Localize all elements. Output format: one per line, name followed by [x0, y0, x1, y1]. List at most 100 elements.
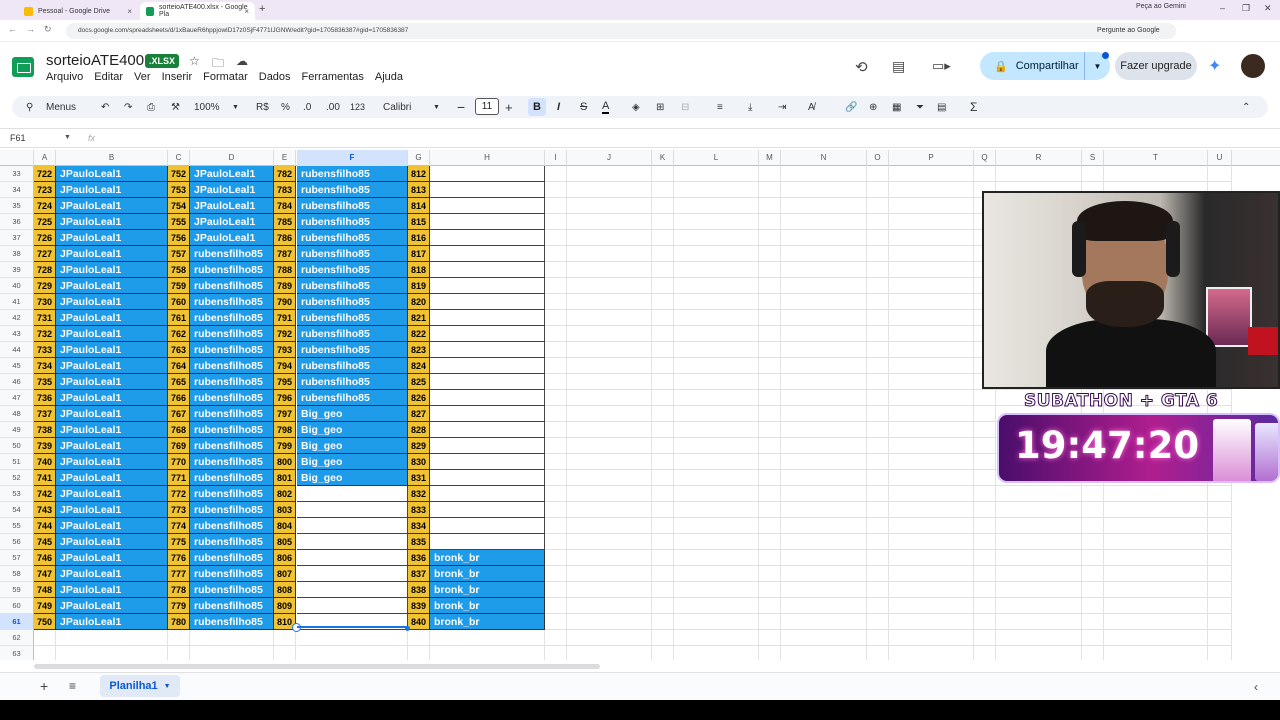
cell-m51[interactable] — [759, 454, 781, 470]
cell-q54[interactable] — [974, 502, 996, 518]
back-icon[interactable]: ← — [8, 24, 17, 34]
cell-b61[interactable]: JPauloLeal1 — [56, 614, 168, 630]
cell-r53[interactable] — [996, 486, 1082, 502]
cell-i42[interactable] — [545, 310, 567, 326]
cell-t61[interactable] — [1104, 614, 1208, 630]
cell-e54[interactable]: 803 — [274, 502, 296, 518]
cell-k34[interactable] — [652, 182, 674, 198]
cell-e62[interactable] — [274, 630, 296, 646]
cell-r63[interactable] — [996, 646, 1082, 660]
cell-b39[interactable]: JPauloLeal1 — [56, 262, 168, 278]
cell-r57[interactable] — [996, 550, 1082, 566]
cell-k51[interactable] — [652, 454, 674, 470]
cell-h39[interactable] — [430, 262, 545, 278]
cell-q53[interactable] — [974, 486, 996, 502]
cell-n56[interactable] — [781, 534, 867, 550]
cell-b34[interactable]: JPauloLeal1 — [56, 182, 168, 198]
cell-i51[interactable] — [545, 454, 567, 470]
cell-d42[interactable]: rubensfilho85 — [190, 310, 274, 326]
cell-n36[interactable] — [781, 214, 867, 230]
cell-m37[interactable] — [759, 230, 781, 246]
row-header[interactable]: 52 — [0, 470, 34, 486]
cell-o48[interactable] — [867, 406, 889, 422]
cell-b35[interactable]: JPauloLeal1 — [56, 198, 168, 214]
cell-m59[interactable] — [759, 582, 781, 598]
cell-c37[interactable]: 756 — [168, 230, 190, 246]
cell-a58[interactable]: 747 — [34, 566, 56, 582]
column-header-o[interactable]: O — [867, 150, 889, 166]
cell-r60[interactable] — [996, 598, 1082, 614]
cell-d59[interactable]: rubensfilho85 — [190, 582, 274, 598]
cell-o47[interactable] — [867, 390, 889, 406]
cell-b33[interactable]: JPauloLeal1 — [56, 166, 168, 182]
cell-o40[interactable] — [867, 278, 889, 294]
cell-e47[interactable]: 796 — [274, 390, 296, 406]
cell-o49[interactable] — [867, 422, 889, 438]
cell-c34[interactable]: 753 — [168, 182, 190, 198]
cell-o43[interactable] — [867, 326, 889, 342]
cell-l38[interactable] — [674, 246, 759, 262]
row-header[interactable]: 40 — [0, 278, 34, 294]
cell-p62[interactable] — [889, 630, 974, 646]
cell-n57[interactable] — [781, 550, 867, 566]
insert-link-icon[interactable]: 🔗 — [845, 100, 857, 114]
cell-n37[interactable] — [781, 230, 867, 246]
cell-r62[interactable] — [996, 630, 1082, 646]
row-header[interactable]: 41 — [0, 294, 34, 310]
cell-e52[interactable]: 801 — [274, 470, 296, 486]
cell-h61[interactable]: bronk_br — [430, 614, 545, 630]
cell-u59[interactable] — [1208, 582, 1232, 598]
cell-k59[interactable] — [652, 582, 674, 598]
cell-l43[interactable] — [674, 326, 759, 342]
cell-k53[interactable] — [652, 486, 674, 502]
cell-k35[interactable] — [652, 198, 674, 214]
cell-b47[interactable]: JPauloLeal1 — [56, 390, 168, 406]
cell-t56[interactable] — [1104, 534, 1208, 550]
cell-h35[interactable] — [430, 198, 545, 214]
cell-q59[interactable] — [974, 582, 996, 598]
row-header[interactable]: 45 — [0, 358, 34, 374]
cell-c39[interactable]: 758 — [168, 262, 190, 278]
cell-a42[interactable]: 731 — [34, 310, 56, 326]
cell-k54[interactable] — [652, 502, 674, 518]
cell-m49[interactable] — [759, 422, 781, 438]
cell-p39[interactable] — [889, 262, 974, 278]
cell-i54[interactable] — [545, 502, 567, 518]
font-size-plus-button[interactable]: + — [505, 100, 513, 115]
cell-g36[interactable]: 815 — [408, 214, 430, 230]
cell-h38[interactable] — [430, 246, 545, 262]
cell-g46[interactable]: 825 — [408, 374, 430, 390]
cell-u53[interactable] — [1208, 486, 1232, 502]
row-header[interactable]: 33 — [0, 166, 34, 182]
browser-tab-sheets[interactable]: sorteioATE400.xlsx - Google Pla × — [140, 2, 255, 20]
cell-k52[interactable] — [652, 470, 674, 486]
cell-e56[interactable]: 805 — [274, 534, 296, 550]
cell-p37[interactable] — [889, 230, 974, 246]
cell-m60[interactable] — [759, 598, 781, 614]
fill-handle[interactable] — [405, 626, 410, 631]
cell-a56[interactable]: 745 — [34, 534, 56, 550]
cell-f46[interactable]: rubensfilho85 — [297, 374, 408, 390]
cell-h45[interactable] — [430, 358, 545, 374]
cell-m35[interactable] — [759, 198, 781, 214]
cell-i50[interactable] — [545, 438, 567, 454]
cell-j54[interactable] — [567, 502, 652, 518]
cell-c38[interactable]: 757 — [168, 246, 190, 262]
cell-p52[interactable] — [889, 470, 974, 486]
chevron-down-icon[interactable]: ▼ — [64, 134, 71, 141]
cell-t60[interactable] — [1104, 598, 1208, 614]
cell-t63[interactable] — [1104, 646, 1208, 660]
cell-d52[interactable]: rubensfilho85 — [190, 470, 274, 486]
cell-i46[interactable] — [545, 374, 567, 390]
italic-button[interactable]: I — [557, 100, 560, 114]
cell-i63[interactable] — [545, 646, 567, 660]
search-icon[interactable]: ⚲ — [26, 100, 33, 114]
cell-c42[interactable]: 761 — [168, 310, 190, 326]
comments-icon[interactable]: ▤ — [892, 58, 905, 75]
cell-j33[interactable] — [567, 166, 652, 182]
cell-l50[interactable] — [674, 438, 759, 454]
cell-n45[interactable] — [781, 358, 867, 374]
cell-s58[interactable] — [1082, 566, 1104, 582]
text-rotation-icon[interactable]: A̸ — [808, 100, 815, 114]
cell-a45[interactable]: 734 — [34, 358, 56, 374]
